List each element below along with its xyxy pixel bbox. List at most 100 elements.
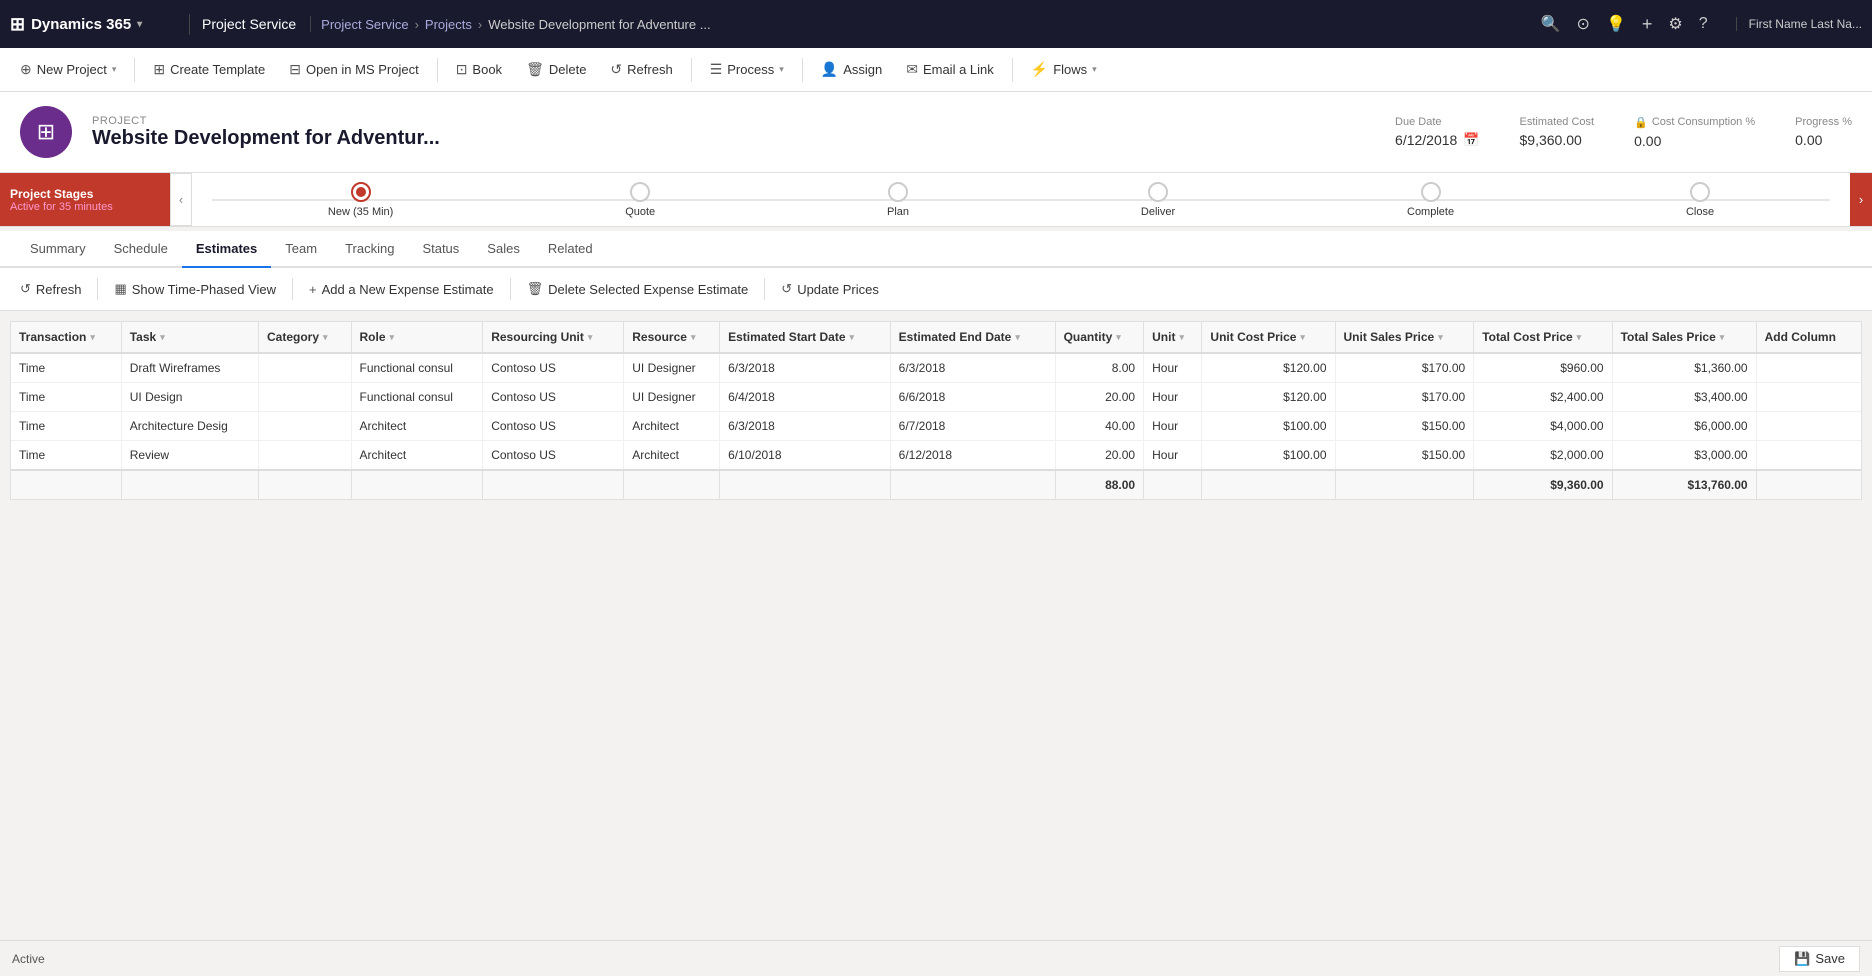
breadcrumb-item-1[interactable]: Project Service (321, 17, 408, 32)
refresh-icon: ↺ (610, 61, 622, 78)
est-sep-1 (97, 278, 98, 300)
tab-tracking[interactable]: Tracking (331, 231, 408, 268)
open-ms-project-button[interactable]: ⊟ Open in MS Project (279, 56, 428, 83)
est-refresh-icon: ↺ (20, 281, 31, 297)
col-header-unit-sales-price[interactable]: Unit Sales Price▾ (1335, 322, 1474, 353)
col-header-resourcing-unit[interactable]: Resourcing Unit▾ (483, 322, 624, 353)
progress-block: Progress % 0.00 (1795, 116, 1852, 148)
cell-add-column (1756, 412, 1861, 441)
col-header-total-cost-price[interactable]: Total Cost Price▾ (1474, 322, 1612, 353)
settings-icon[interactable]: ⚙ (1668, 14, 1682, 34)
project-icon-symbol: ⊞ (37, 119, 55, 145)
col-header-unit-cost-price[interactable]: Unit Cost Price▾ (1202, 322, 1335, 353)
tab-related[interactable]: Related (534, 231, 607, 268)
add-expense-icon: + (309, 282, 317, 297)
calendar-icon[interactable]: 📅 (1463, 132, 1479, 148)
stage-new[interactable]: New (35 Min) (328, 182, 393, 218)
cell-resource: Architect (624, 441, 720, 471)
new-project-button[interactable]: ⊕ New Project ▾ (10, 56, 126, 83)
col-header-resource[interactable]: Resource▾ (624, 322, 720, 353)
add-expense-label: Add a New Expense Estimate (322, 282, 494, 297)
project-header: ⊞ PROJECT Website Development for Advent… (0, 92, 1872, 173)
help-icon[interactable]: 💡 (1606, 14, 1626, 34)
user-display[interactable]: First Name Last Na... (1736, 17, 1862, 31)
create-template-button[interactable]: ⊞ Create Template (143, 56, 275, 83)
estimated-cost-value: $9,360.00 (1520, 132, 1595, 148)
project-title-block: PROJECT Website Development for Adventur… (92, 115, 1375, 150)
delete-expense-button[interactable]: 🗑 Delete Selected Expense Estimate (517, 276, 759, 302)
email-label: Email a Link (923, 62, 994, 77)
breadcrumb-sep-2: › (478, 17, 482, 32)
add-expense-button[interactable]: + Add a New Expense Estimate (299, 277, 504, 302)
col-header-quantity[interactable]: Quantity▾ (1055, 322, 1144, 353)
tab-team[interactable]: Team (271, 231, 331, 268)
tab-estimates[interactable]: Estimates (182, 231, 271, 268)
save-button[interactable]: 💾 Save (1779, 946, 1860, 972)
table-row[interactable]: TimeDraft WireframesFunctional consulCon… (11, 353, 1861, 383)
footer-empty-5 (483, 470, 624, 499)
breadcrumb-current: Website Development for Adventure ... (488, 17, 710, 32)
col-header-role[interactable]: Role▾ (351, 322, 483, 353)
stages-prev-button[interactable]: ‹ (170, 173, 192, 226)
tab-summary[interactable]: Summary (16, 231, 100, 268)
col-header-category[interactable]: Category▾ (259, 322, 352, 353)
footer-empty-3 (259, 470, 352, 499)
table-row[interactable]: TimeArchitecture DesigArchitectContoso U… (11, 412, 1861, 441)
tab-sales[interactable]: Sales (473, 231, 534, 268)
question-icon[interactable]: ? (1699, 15, 1708, 33)
cell-unit-cost-price: $100.00 (1202, 441, 1335, 471)
stage-deliver[interactable]: Deliver (1141, 182, 1175, 218)
stages-label-block: Project Stages Active for 35 minutes (0, 173, 170, 226)
assign-icon: 👤 (821, 61, 838, 78)
process-button[interactable]: ☰ Process ▾ (700, 56, 794, 83)
col-quantity-label: Quantity (1064, 330, 1113, 344)
table-row[interactable]: TimeUI DesignFunctional consulContoso US… (11, 383, 1861, 412)
email-link-button[interactable]: ✉ Email a Link (896, 56, 1004, 83)
assign-button[interactable]: 👤 Assign (811, 56, 892, 83)
cell-total-cost-price: $960.00 (1474, 353, 1612, 383)
cell-unit-sales-price: $170.00 (1335, 383, 1474, 412)
stage-complete[interactable]: Complete (1407, 182, 1454, 218)
cell-unit: Hour (1144, 412, 1202, 441)
apps-icon[interactable]: ⊙ (1577, 14, 1590, 34)
col-header-unit[interactable]: Unit▾ (1144, 322, 1202, 353)
stage-close[interactable]: Close (1686, 182, 1714, 218)
stages-next-button[interactable]: › (1850, 173, 1872, 226)
col-header-start-date[interactable]: Estimated Start Date▾ (720, 322, 891, 353)
col-header-end-date[interactable]: Estimated End Date▾ (890, 322, 1055, 353)
tab-schedule[interactable]: Schedule (100, 231, 182, 268)
book-button[interactable]: ⊡ Book (446, 56, 512, 83)
col-header-task[interactable]: Task▾ (121, 322, 258, 353)
delete-button[interactable]: 🗑 Delete (516, 56, 596, 83)
footer-empty-unit (1144, 470, 1202, 499)
estimates-refresh-button[interactable]: ↺ Refresh (10, 276, 91, 302)
flows-button[interactable]: ⚡ Flows ▾ (1021, 56, 1107, 83)
breadcrumb-sep-1: › (415, 17, 419, 32)
unit-sales-price-sort-icon: ▾ (1438, 332, 1443, 343)
cell-unit: Hour (1144, 441, 1202, 471)
tab-status[interactable]: Status (408, 231, 473, 268)
search-icon[interactable]: 🔍 (1541, 14, 1561, 34)
flows-icon: ⚡ (1031, 61, 1048, 78)
col-header-transaction[interactable]: Transaction▾ (11, 322, 121, 353)
footer-empty-2 (121, 470, 258, 499)
nav-icons: 🔍 ⊙ 💡 + ⚙ ? First Name Last Na... (1541, 14, 1862, 35)
table-row[interactable]: TimeReviewArchitectContoso USArchitect6/… (11, 441, 1861, 471)
time-phased-icon: ▦ (114, 281, 126, 297)
stage-new-label: New (35 Min) (328, 206, 393, 218)
time-phased-view-button[interactable]: ▦ Show Time-Phased View (104, 276, 286, 302)
refresh-button[interactable]: ↺ Refresh (600, 56, 682, 83)
brand-logo[interactable]: ⊞ Dynamics 365 ▾ (10, 14, 190, 35)
stage-quote[interactable]: Quote (625, 182, 655, 218)
stage-plan[interactable]: Plan (887, 182, 909, 218)
progress-value: 0.00 (1795, 132, 1852, 148)
cell-add-column (1756, 353, 1861, 383)
update-prices-icon: ↺ (781, 281, 792, 297)
breadcrumb-item-2[interactable]: Projects (425, 17, 472, 32)
add-icon[interactable]: + (1642, 14, 1653, 35)
update-prices-button[interactable]: ↺ Update Prices (771, 276, 889, 302)
cell-end-date: 6/3/2018 (890, 353, 1055, 383)
col-header-add-column[interactable]: Add Column (1756, 322, 1861, 353)
col-header-total-sales-price[interactable]: Total Sales Price▾ (1612, 322, 1756, 353)
top-navigation: ⊞ Dynamics 365 ▾ Project Service Project… (0, 0, 1872, 48)
